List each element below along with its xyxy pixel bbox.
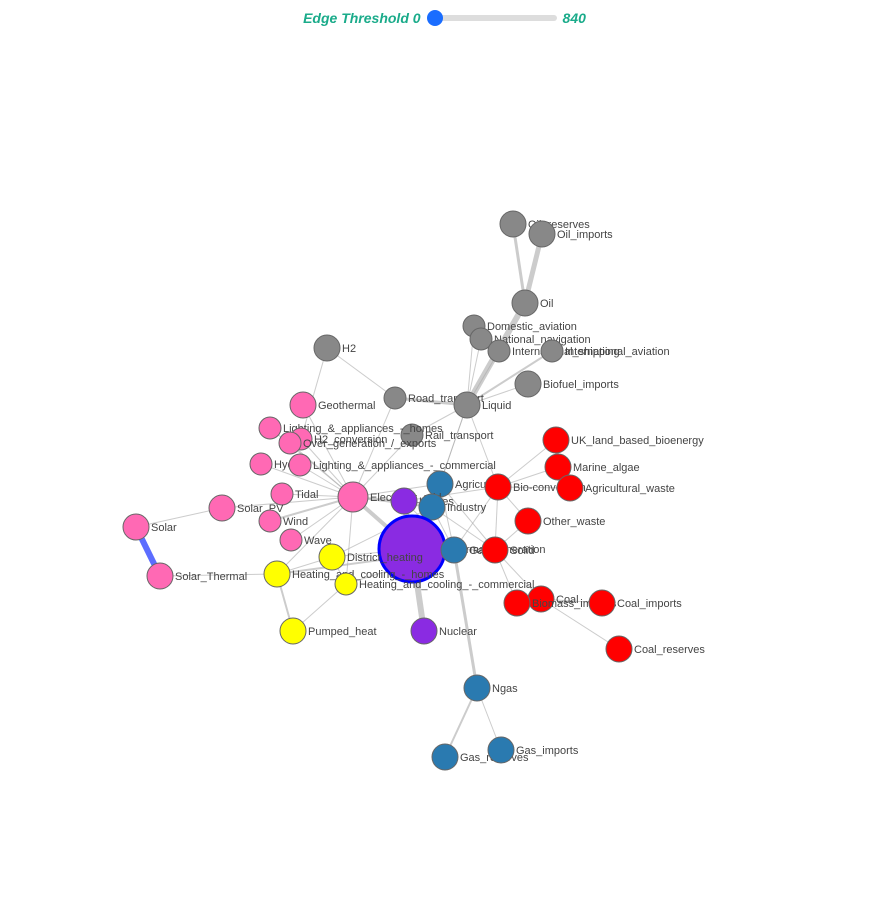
node-Biomass_imports[interactable] — [504, 590, 530, 616]
node-H2[interactable] — [314, 335, 340, 361]
node-label-Solar_Thermal: Solar_Thermal — [175, 571, 247, 583]
node-Pumped_heat[interactable] — [280, 618, 306, 644]
node-Nuclear[interactable] — [411, 618, 437, 644]
node-label-District_heating: District_heating — [347, 552, 423, 564]
node-Heating_cooling_homes[interactable] — [264, 561, 290, 587]
node-Oil_reserves[interactable] — [500, 211, 526, 237]
node-label-Gas_imports: Gas_imports — [516, 745, 579, 757]
node-Lighting_appliances_homes[interactable] — [259, 417, 281, 439]
node-Road_transport[interactable] — [384, 387, 406, 409]
node-District_heating[interactable] — [319, 544, 345, 570]
node-Oil[interactable] — [512, 290, 538, 316]
node-Liquid[interactable] — [454, 392, 480, 418]
node-label-Other_waste: Other_waste — [543, 516, 605, 528]
node-Gas_imports[interactable] — [488, 737, 514, 763]
graph-container: Edge Threshold 0 840 Oil_reservesOil_imp… — [0, 0, 889, 923]
node-label-Geothermal: Geothermal — [318, 400, 375, 412]
node-Geothermal[interactable] — [290, 392, 316, 418]
node-label-Liquid: Liquid — [482, 400, 511, 412]
edge — [454, 550, 477, 688]
node-label-Solid: Solid — [510, 545, 534, 557]
node-Heating_cooling_commercial[interactable] — [335, 573, 357, 595]
node-Wind[interactable] — [259, 510, 281, 532]
node-Losses[interactable] — [391, 488, 417, 514]
node-label-Industry: Industry — [447, 502, 487, 514]
node-UK_land_based_bioenergy[interactable] — [543, 427, 569, 453]
node-Wave[interactable] — [280, 529, 302, 551]
node-Coal_imports[interactable] — [589, 590, 615, 616]
node-label-Domestic_aviation: Domestic_aviation — [487, 321, 577, 333]
node-label-UK_land_based_bioenergy: UK_land_based_bioenergy — [571, 435, 704, 447]
node-Biofuel_imports[interactable] — [515, 371, 541, 397]
node-Solar_Thermal[interactable] — [147, 563, 173, 589]
node-label-Oil_imports: Oil_imports — [557, 229, 613, 241]
node-Ngas[interactable] — [464, 675, 490, 701]
node-Agricultural_waste[interactable] — [557, 475, 583, 501]
node-label-Tidal: Tidal — [295, 489, 318, 501]
node-label-Lighting_appliances_commercial: Lighting_&_appliances_-_commercial — [313, 460, 496, 472]
node-label-National_navigation: National_navigation — [494, 334, 591, 346]
node-label-Wind: Wind — [283, 516, 308, 528]
node-label-Coal_imports: Coal_imports — [617, 598, 682, 610]
node-Solar[interactable] — [123, 514, 149, 540]
node-label-Pumped_heat: Pumped_heat — [308, 626, 377, 638]
node-label-Biofuel_imports: Biofuel_imports — [543, 379, 619, 391]
node-Industry[interactable] — [419, 494, 445, 520]
node-label-Solar: Solar — [151, 522, 177, 534]
node-Lighting_appliances_commercial[interactable] — [289, 454, 311, 476]
node-Gas_reserves[interactable] — [432, 744, 458, 770]
node-label-Agricultural_waste: Agricultural_waste — [585, 483, 675, 495]
node-Over_generation_exports[interactable] — [279, 432, 301, 454]
node-International_aviation[interactable] — [541, 340, 563, 362]
edge — [303, 405, 353, 497]
node-Solid[interactable] — [482, 537, 508, 563]
node-Gas[interactable] — [441, 537, 467, 563]
node-Tidal[interactable] — [271, 483, 293, 505]
node-Bio-conversion[interactable] — [485, 474, 511, 500]
node-Oil_imports[interactable] — [529, 221, 555, 247]
node-Hydro[interactable] — [250, 453, 272, 475]
node-label-International_aviation: International_aviation — [565, 346, 670, 358]
node-International_shipping[interactable] — [488, 340, 510, 362]
node-label-Nuclear: Nuclear — [439, 626, 477, 638]
node-label-Coal_reserves: Coal_reserves — [634, 644, 705, 656]
node-Coal_reserves[interactable] — [606, 636, 632, 662]
node-label-Ngas: Ngas — [492, 683, 518, 695]
node-Electricity_grid[interactable] — [338, 482, 368, 512]
node-Other_waste[interactable] — [515, 508, 541, 534]
node-Solar_PV[interactable] — [209, 495, 235, 521]
node-label-Oil: Oil — [540, 298, 553, 310]
node-label-Marine_algae: Marine_algae — [573, 462, 640, 474]
node-label-Over_generation_exports: Over_generation_/_exports — [303, 438, 437, 450]
network-graph[interactable]: Oil_reservesOil_importsOilDomestic_aviat… — [0, 0, 889, 923]
node-label-H2: H2 — [342, 343, 356, 355]
nodes-layer: Oil_reservesOil_importsOilDomestic_aviat… — [123, 211, 705, 770]
node-label-Heating_cooling_commercial: Heating_and_cooling_-_commercial — [359, 579, 535, 591]
